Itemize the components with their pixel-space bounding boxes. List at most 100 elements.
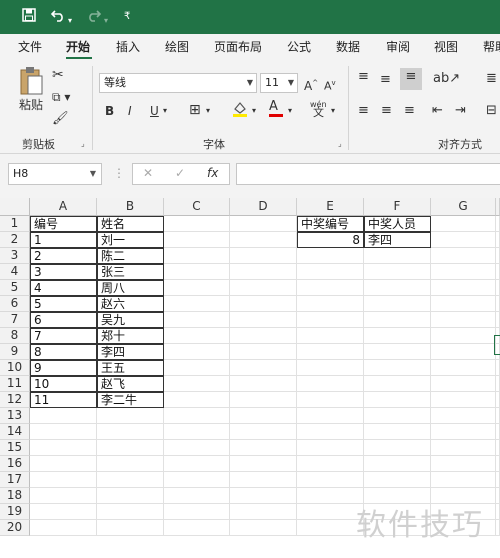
italic-button[interactable]: I xyxy=(128,102,132,120)
redo-icon[interactable] xyxy=(86,8,102,27)
underline-dropdown-icon[interactable]: ▾ xyxy=(163,102,167,120)
grid-cell[interactable] xyxy=(230,440,297,456)
grid-cell[interactable] xyxy=(164,360,230,376)
table1-cell[interactable]: 11 xyxy=(30,392,97,408)
row-header-3[interactable]: 3 xyxy=(0,248,30,264)
merge-center-icon[interactable]: ⊟ xyxy=(486,102,497,120)
tab-draw[interactable]: 绘图 xyxy=(165,38,189,55)
undo-dropdown-icon[interactable]: ▾ xyxy=(68,12,72,30)
grid-cell[interactable] xyxy=(164,440,230,456)
row-header-4[interactable]: 4 xyxy=(0,264,30,280)
grid-cell[interactable] xyxy=(30,456,97,472)
fill-color-icon[interactable] xyxy=(232,100,248,123)
grid-cell[interactable] xyxy=(431,216,496,232)
grid-cell[interactable] xyxy=(97,424,164,440)
grid-cell[interactable] xyxy=(230,360,297,376)
grid-cell[interactable] xyxy=(230,504,297,520)
row-header-12[interactable]: 12 xyxy=(0,392,30,408)
grid-cell[interactable] xyxy=(297,408,364,424)
table1-cell[interactable]: 李二牛 xyxy=(97,392,164,408)
grid-cell[interactable] xyxy=(230,472,297,488)
table1-cell[interactable]: 姓名 xyxy=(97,216,164,232)
grid-cell[interactable] xyxy=(364,440,431,456)
redo-dropdown-icon[interactable]: ▾ xyxy=(104,12,108,30)
grid-cell[interactable] xyxy=(230,280,297,296)
grid-cell[interactable] xyxy=(297,312,364,328)
grid-cell[interactable] xyxy=(97,408,164,424)
tab-file[interactable]: 文件 xyxy=(18,38,42,55)
row-header-1[interactable]: 1 xyxy=(0,216,30,232)
grid-cell[interactable] xyxy=(297,520,364,536)
font-size-combo[interactable]: 11 ▼ xyxy=(260,73,298,93)
font-name-combo[interactable]: 等线 ▼ xyxy=(99,73,257,93)
grid-cell[interactable] xyxy=(297,328,364,344)
save-icon[interactable] xyxy=(22,8,36,27)
table1-cell[interactable]: 10 xyxy=(30,376,97,392)
grid-cell[interactable] xyxy=(97,472,164,488)
grid-cell[interactable] xyxy=(230,488,297,504)
table1-cell[interactable]: 7 xyxy=(30,328,97,344)
row-header-10[interactable]: 10 xyxy=(0,360,30,376)
phonetic-dropdown-icon[interactable]: ▾ xyxy=(331,102,335,120)
grid-cell[interactable] xyxy=(297,344,364,360)
table1-cell[interactable]: 6 xyxy=(30,312,97,328)
grid-cell[interactable] xyxy=(431,408,496,424)
grid-cell[interactable] xyxy=(297,296,364,312)
grid-cell[interactable] xyxy=(364,392,431,408)
align-center-icon[interactable]: ≡ xyxy=(381,102,392,120)
grid-cell[interactable] xyxy=(496,264,500,280)
grid-cell[interactable] xyxy=(297,456,364,472)
row-header-14[interactable]: 14 xyxy=(0,424,30,440)
grid-cell[interactable] xyxy=(431,376,496,392)
grid-cell[interactable] xyxy=(496,488,500,504)
table1-cell[interactable]: 王五 xyxy=(97,360,164,376)
grid-cell[interactable] xyxy=(230,232,297,248)
grid-cell[interactable] xyxy=(297,440,364,456)
grid-cell[interactable] xyxy=(431,392,496,408)
grid-cell[interactable] xyxy=(97,504,164,520)
grid-cell[interactable] xyxy=(496,248,500,264)
row-header-13[interactable]: 13 xyxy=(0,408,30,424)
table1-cell[interactable]: 吴九 xyxy=(97,312,164,328)
grid-cell[interactable] xyxy=(364,264,431,280)
column-header-g[interactable]: G xyxy=(431,198,496,216)
grid-cell[interactable] xyxy=(164,472,230,488)
grid-cell[interactable] xyxy=(297,360,364,376)
grid-cell[interactable] xyxy=(297,424,364,440)
table1-cell[interactable]: 9 xyxy=(30,360,97,376)
tab-insert[interactable]: 插入 xyxy=(116,38,140,55)
table1-cell[interactable]: 刘一 xyxy=(97,232,164,248)
grid-cell[interactable] xyxy=(297,376,364,392)
grid-cell[interactable] xyxy=(431,264,496,280)
grid-cell[interactable] xyxy=(164,312,230,328)
column-header-a[interactable]: A xyxy=(30,198,97,216)
row-header-2[interactable]: 2 xyxy=(0,232,30,248)
row-header-6[interactable]: 6 xyxy=(0,296,30,312)
grid-cell[interactable] xyxy=(297,488,364,504)
cancel-icon[interactable]: ✕ xyxy=(143,166,153,180)
grid-cell[interactable] xyxy=(297,264,364,280)
grid-cell[interactable] xyxy=(496,472,500,488)
bottom-align-icon[interactable]: ≡ xyxy=(400,68,422,90)
grid-cell[interactable] xyxy=(364,360,431,376)
grid-cell[interactable] xyxy=(230,344,297,360)
grid-cell[interactable] xyxy=(496,504,500,520)
format-painter-icon[interactable]: 🖌 xyxy=(52,110,69,128)
bold-button[interactable]: B xyxy=(105,102,114,120)
grid-cell[interactable] xyxy=(297,392,364,408)
table2-cell[interactable]: 中奖人员 xyxy=(364,216,431,232)
grid-cell[interactable] xyxy=(496,216,500,232)
increase-indent-icon[interactable]: ⇥ xyxy=(455,102,466,120)
grid-cell[interactable] xyxy=(364,328,431,344)
tab-home[interactable]: 开始 xyxy=(66,38,90,55)
grid-cell[interactable] xyxy=(431,456,496,472)
column-header-b[interactable]: B xyxy=(97,198,164,216)
tab-review[interactable]: 审阅 xyxy=(386,38,410,55)
borders-icon[interactable]: ⊞ xyxy=(189,101,201,119)
grid-cell[interactable] xyxy=(496,424,500,440)
grid-cell[interactable] xyxy=(230,408,297,424)
grid-cell[interactable] xyxy=(431,328,496,344)
grid-cell[interactable] xyxy=(496,296,500,312)
paste-label[interactable]: 粘贴 xyxy=(19,96,43,114)
grid-cell[interactable] xyxy=(431,296,496,312)
